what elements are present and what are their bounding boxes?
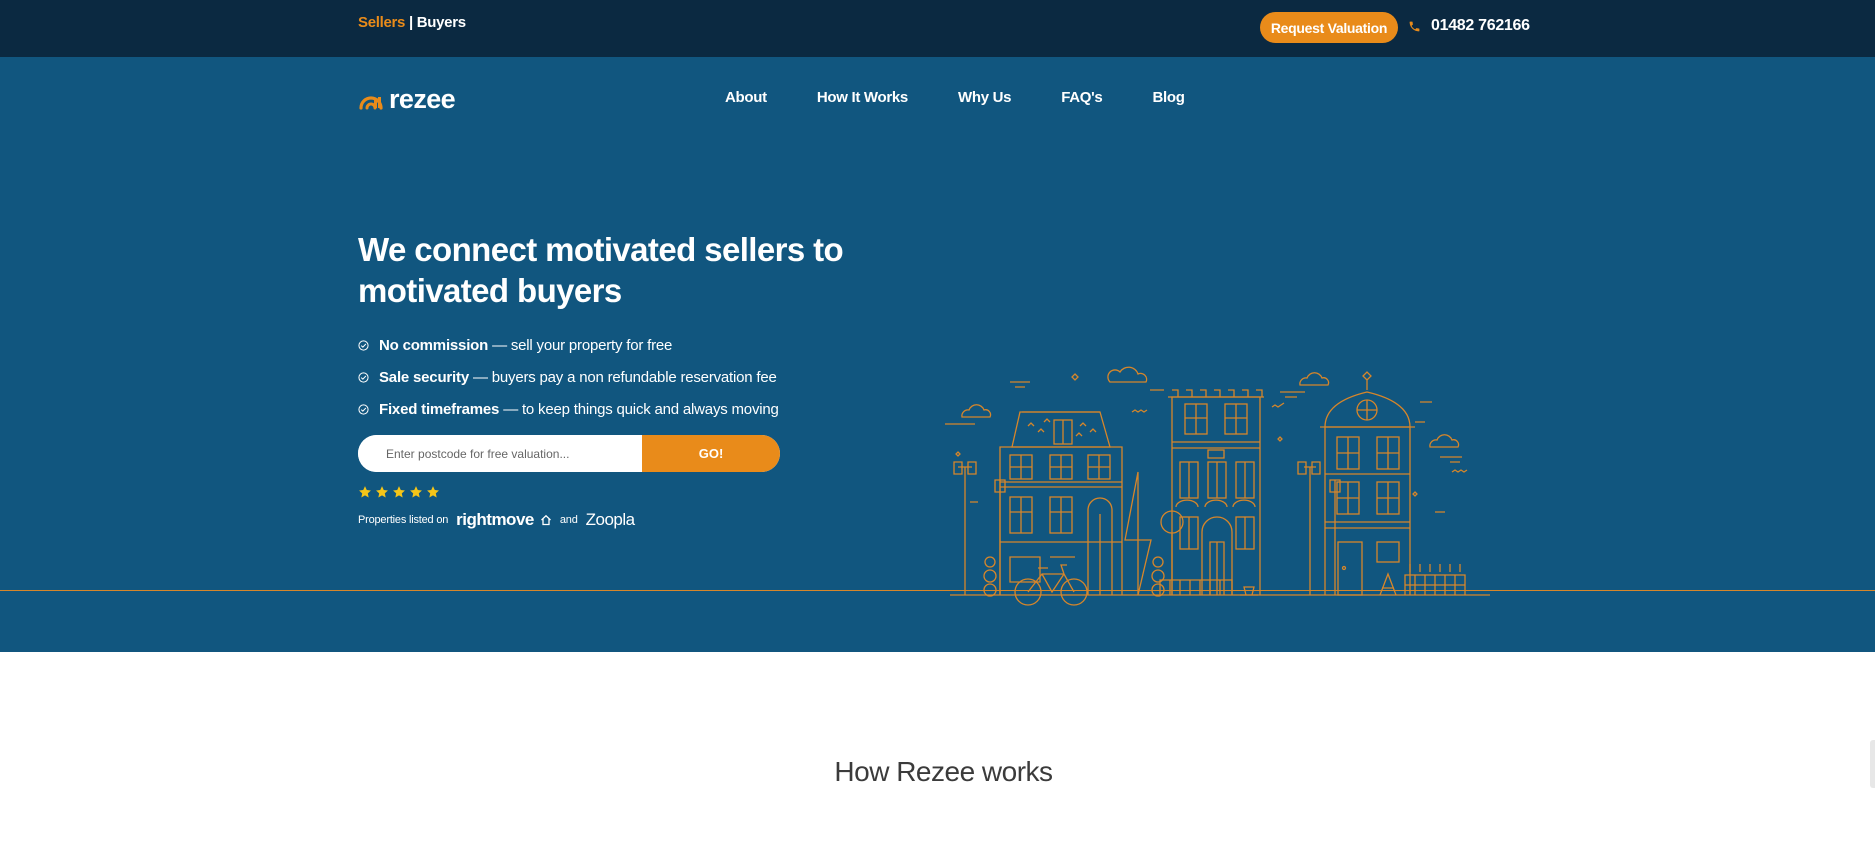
- star-icon: [427, 486, 439, 498]
- listed-prefix: Properties listed on: [358, 514, 449, 526]
- logo-icon: [359, 96, 383, 110]
- check-circle-icon: [358, 371, 369, 383]
- rightmove-house-icon: [540, 514, 551, 526]
- listed-on: Properties listed on rightmove and Zoopl…: [358, 510, 635, 530]
- feature-text: — to keep things quick and always moving: [503, 400, 779, 418]
- star-icon: [359, 486, 371, 498]
- zoopla-logo: Zoopla: [585, 510, 635, 529]
- phone-icon: [1409, 21, 1420, 31]
- valuation-form: GO!: [358, 435, 780, 472]
- feature-item: Fixed timeframes — to keep things quick …: [358, 393, 779, 425]
- audience-separator: |: [405, 14, 417, 31]
- feature-item: No commission — sell your property for f…: [358, 329, 779, 361]
- houses-illustration: [945, 366, 1490, 606]
- top-bar: Sellers | Buyers Request Valuation 01482…: [0, 0, 1875, 57]
- feature-item: Sale security — buyers pay a non refunda…: [358, 361, 779, 393]
- feature-text: — buyers pay a non refundable reservatio…: [472, 368, 777, 386]
- hero-section: rezee About How It Works Why Us FAQ's Bl…: [0, 57, 1875, 652]
- star-icon: [393, 486, 405, 498]
- rightmove-logo: rightmove: [456, 510, 534, 529]
- rating-stars: [358, 485, 443, 499]
- feature-bold: Fixed timeframes: [379, 400, 500, 418]
- phone-number: 01482 762166: [1431, 17, 1530, 34]
- feature-bold: Sale security: [379, 368, 469, 386]
- buyers-link[interactable]: Buyers: [417, 14, 466, 31]
- feature-bold: No commission: [379, 336, 489, 354]
- ground-line: [0, 590, 1875, 591]
- section-title: How Rezee works: [834, 756, 1053, 787]
- logo[interactable]: rezee: [358, 83, 456, 114]
- nav-about[interactable]: About: [725, 89, 767, 106]
- nav-faqs[interactable]: FAQ's: [1061, 89, 1103, 106]
- side-feedback-tab[interactable]: [1870, 740, 1875, 788]
- nav-how-it-works[interactable]: How It Works: [817, 89, 908, 106]
- check-circle-icon: [358, 403, 369, 415]
- listed-and: and: [559, 514, 578, 526]
- go-button[interactable]: GO!: [642, 435, 780, 472]
- sellers-link[interactable]: Sellers: [358, 14, 405, 31]
- nav-why-us[interactable]: Why Us: [958, 89, 1012, 106]
- hero-headline: We connect motivated sellers to motivate…: [358, 231, 844, 309]
- feature-list: No commission — sell your property for f…: [358, 329, 779, 425]
- request-valuation-button[interactable]: Request Valuation: [1260, 12, 1398, 43]
- main-nav: About How It Works Why Us FAQ's Blog: [725, 89, 1235, 106]
- feature-text: — sell your property for free: [492, 336, 673, 354]
- postcode-input[interactable]: [358, 435, 642, 472]
- phone-link[interactable]: 01482 762166: [1408, 15, 1530, 37]
- audience-switch: Sellers | Buyers: [358, 14, 466, 31]
- logo-text: rezee: [389, 83, 456, 114]
- nav-blog[interactable]: Blog: [1152, 89, 1184, 106]
- star-icon: [376, 486, 388, 498]
- check-circle-icon: [358, 339, 369, 351]
- star-icon: [410, 486, 422, 498]
